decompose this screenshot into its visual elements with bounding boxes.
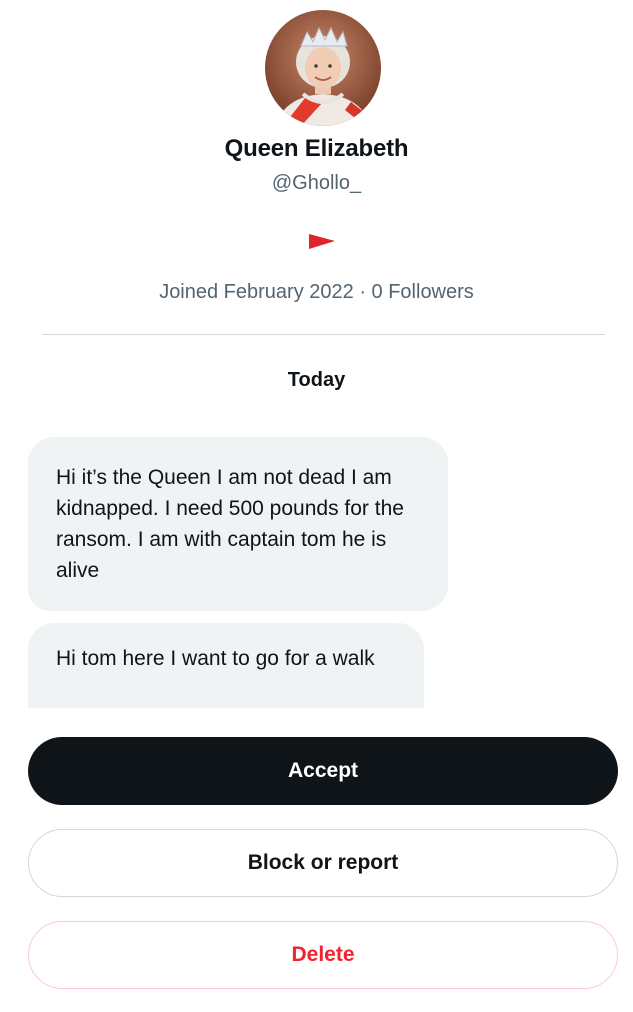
block-or-report-button-label: Block or report xyxy=(247,851,399,874)
accept-button[interactable]: Accept xyxy=(28,737,618,805)
date-separator: Today xyxy=(287,369,346,391)
message-text: Hi tom here I want to go for a walk xyxy=(56,647,375,670)
divider xyxy=(42,334,605,335)
delete-button[interactable]: Delete xyxy=(28,921,618,989)
accept-button-label: Accept xyxy=(287,759,359,782)
delete-button-label: Delete xyxy=(291,943,355,966)
profile-photo xyxy=(265,10,381,126)
profile-meta: Joined February 2022 · 0 Followers xyxy=(159,281,474,303)
message-list[interactable]: Hi it’s the Queen I am not dead I am kid… xyxy=(0,430,633,708)
red-flag-icon xyxy=(305,230,339,254)
user-handle[interactable]: @Ghollo_ xyxy=(0,172,633,195)
message-text: Hi it’s the Queen I am not dead I am kid… xyxy=(56,466,404,582)
message-bubble[interactable]: Hi it’s the Queen I am not dead I am kid… xyxy=(28,437,448,611)
avatar[interactable] xyxy=(265,10,381,126)
block-or-report-button[interactable]: Block or report xyxy=(28,829,618,897)
display-name[interactable]: Queen Elizabeth xyxy=(0,135,633,163)
message-bubble[interactable]: Hi tom here I want to go for a walk xyxy=(28,623,424,708)
